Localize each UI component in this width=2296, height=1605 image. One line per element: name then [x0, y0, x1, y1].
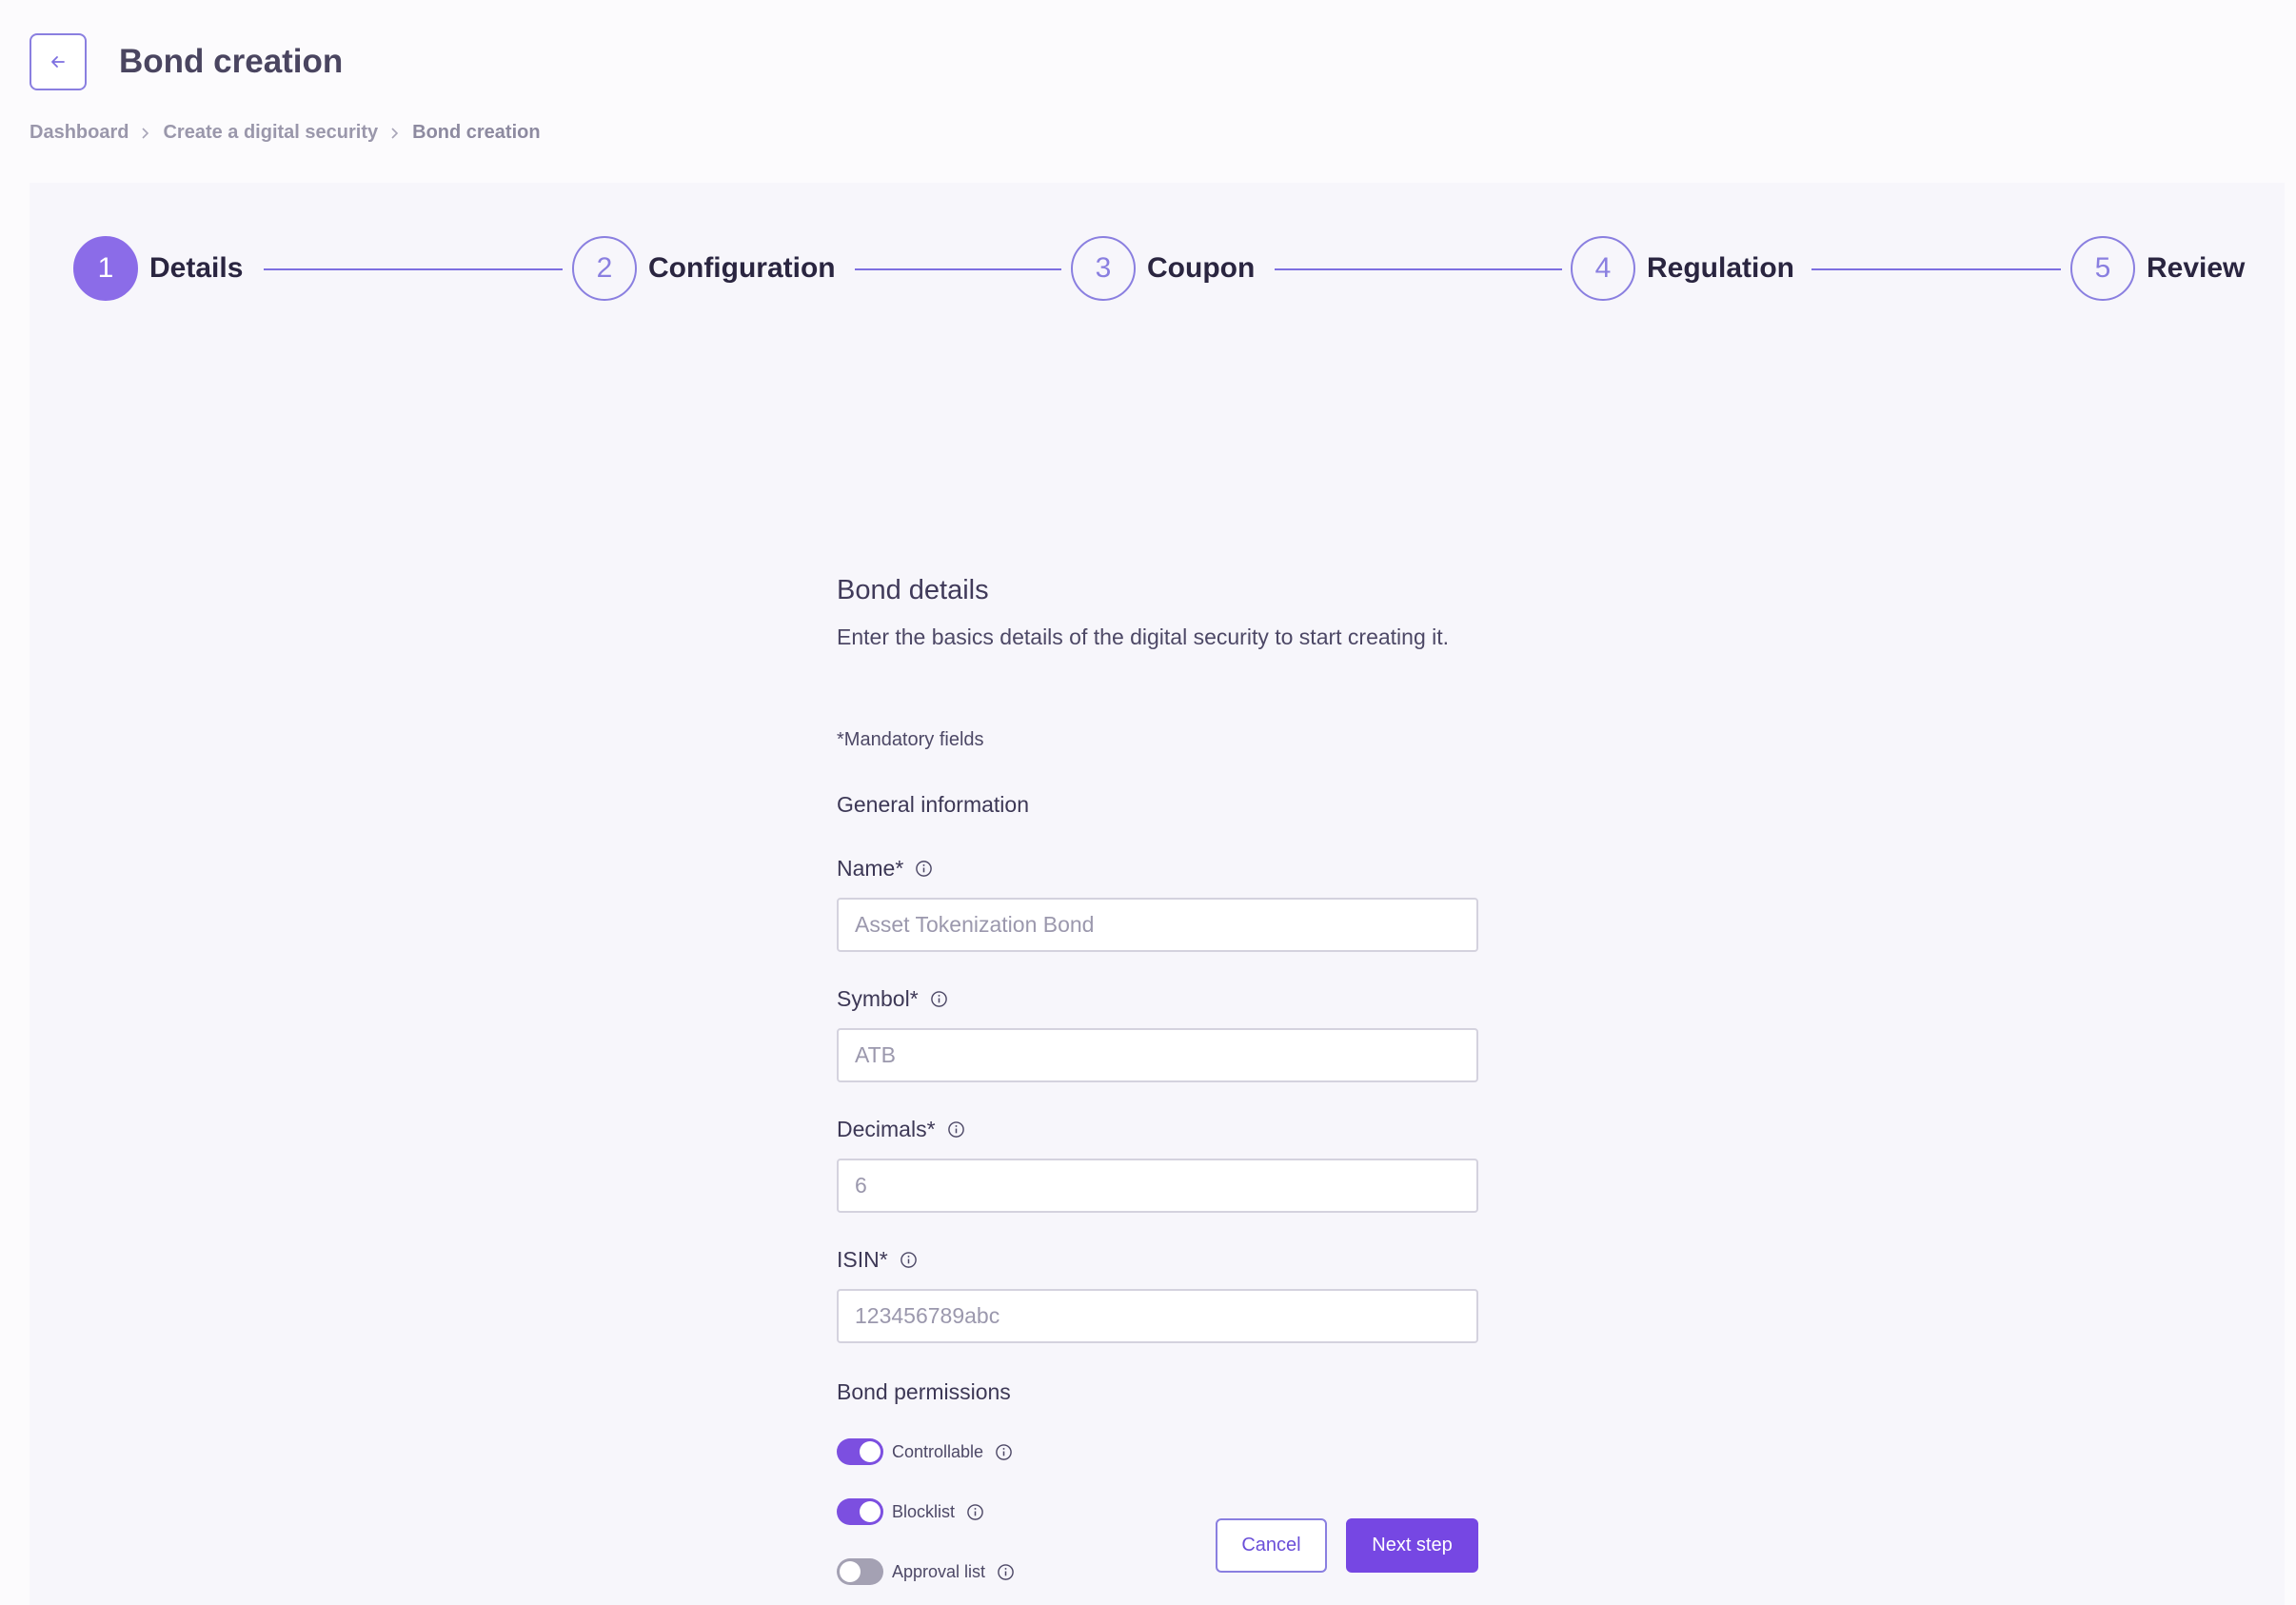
breadcrumb: Dashboard Create a digital security Bond… [30, 122, 541, 144]
breadcrumb-bond-creation: Bond creation [412, 122, 541, 143]
symbol-label: Symbol* [837, 986, 919, 1011]
info-icon[interactable] [930, 990, 948, 1008]
info-icon[interactable] [900, 1251, 918, 1269]
form-description: Enter the basics details of the digital … [837, 624, 1450, 649]
step-number: 4 [1571, 236, 1635, 301]
info-icon[interactable] [997, 1563, 1015, 1581]
cancel-button[interactable]: Cancel [1216, 1518, 1327, 1573]
decimals-input[interactable] [837, 1159, 1478, 1213]
step-label: Configuration [648, 252, 836, 284]
chevron-right-icon [140, 126, 151, 141]
name-label: Name* [837, 856, 904, 881]
arrow-left-icon [51, 56, 65, 68]
blocklist-toggle[interactable] [837, 1498, 883, 1525]
step-details[interactable]: 1 Details [73, 236, 243, 301]
toggle-label: Approval list [892, 1561, 986, 1581]
name-input[interactable] [837, 898, 1478, 952]
step-number: 1 [73, 236, 138, 301]
permission-approval-list: Approval list [837, 1558, 1015, 1585]
step-label: Details [149, 252, 244, 284]
step-label: Review [2147, 252, 2246, 284]
next-step-button[interactable]: Next step [1346, 1518, 1478, 1573]
step-connector [1811, 268, 2061, 270]
general-information-title: General information [837, 792, 1029, 817]
decimals-label-row: Decimals* [837, 1117, 965, 1142]
info-icon[interactable] [966, 1503, 984, 1521]
step-review[interactable]: 5 Review [2070, 236, 2245, 301]
permission-blocklist: Blocklist [837, 1498, 984, 1525]
toggle-label: Blocklist [892, 1501, 956, 1521]
decimals-label: Decimals* [837, 1117, 936, 1141]
step-label: Coupon [1147, 252, 1256, 284]
step-number: 3 [1071, 236, 1136, 301]
controllable-toggle[interactable] [837, 1438, 883, 1465]
breadcrumb-create-digital-security[interactable]: Create a digital security [163, 122, 378, 144]
isin-input[interactable] [837, 1289, 1478, 1343]
step-coupon[interactable]: 3 Coupon [1071, 236, 1255, 301]
isin-label-row: ISIN* [837, 1247, 918, 1273]
step-connector [1275, 268, 1562, 270]
main-panel: 1 Details 2 Configuration 3 Coupon 4 Reg… [30, 183, 2285, 1605]
page-header: Bond creation [30, 33, 343, 90]
isin-label: ISIN* [837, 1247, 888, 1272]
step-configuration[interactable]: 2 Configuration [572, 236, 836, 301]
toggle-label: Controllable [892, 1441, 984, 1461]
step-connector [264, 268, 563, 270]
page-title: Bond creation [119, 43, 344, 80]
symbol-input[interactable] [837, 1028, 1478, 1082]
step-number: 2 [572, 236, 637, 301]
name-label-row: Name* [837, 856, 933, 882]
approval-list-toggle[interactable] [837, 1558, 883, 1585]
info-icon[interactable] [947, 1120, 965, 1139]
step-connector [855, 268, 1061, 270]
step-number: 5 [2070, 236, 2135, 301]
symbol-label-row: Symbol* [837, 986, 948, 1012]
step-regulation[interactable]: 4 Regulation [1571, 236, 1794, 301]
form-title: Bond details [837, 575, 989, 605]
stepper: 1 Details 2 Configuration 3 Coupon 4 Reg… [30, 183, 2285, 373]
mandatory-note: *Mandatory fields [837, 729, 984, 750]
bond-permissions-title: Bond permissions [837, 1379, 1011, 1404]
step-label: Regulation [1647, 252, 1794, 284]
info-icon[interactable] [995, 1443, 1013, 1461]
chevron-right-icon [389, 126, 401, 141]
info-icon[interactable] [915, 860, 933, 878]
breadcrumb-dashboard[interactable]: Dashboard [30, 122, 129, 144]
permission-controllable: Controllable [837, 1438, 1013, 1465]
back-button[interactable] [30, 33, 87, 90]
